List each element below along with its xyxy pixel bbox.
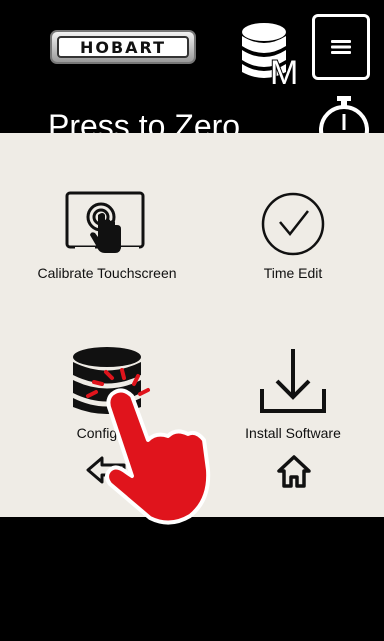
svg-text:M: M: [270, 54, 298, 86]
tools-menu-panel: Calibrate Touchscreen Time Edit Configur…: [0, 133, 384, 517]
database-icon: [73, 347, 141, 414]
configure-button[interactable]: Configure: [22, 345, 192, 441]
home-icon[interactable]: [276, 454, 312, 488]
time-edit-button[interactable]: Time Edit: [218, 191, 368, 281]
time-edit-label: Time Edit: [263, 265, 323, 281]
screen: HOBART M Press to Zero Calibrate Touchsc…: [0, 0, 384, 641]
database-m-icon[interactable]: M: [240, 20, 306, 86]
install-software-button[interactable]: Install Software: [218, 345, 368, 441]
hobart-logo-text: HOBART: [57, 36, 189, 58]
back-arrow-icon[interactable]: [86, 455, 126, 485]
hamburger-icon: [331, 40, 351, 54]
menu-button[interactable]: [312, 14, 370, 80]
calibrate-touchscreen-button[interactable]: Calibrate Touchscreen: [22, 191, 192, 281]
download-icon: [260, 349, 326, 413]
configure-label: Configure: [76, 425, 138, 441]
clock-icon: [261, 192, 325, 256]
touchscreen-icon: [65, 191, 145, 257]
hobart-logo: HOBART: [50, 30, 196, 64]
install-software-label: Install Software: [245, 425, 341, 441]
calibrate-touchscreen-label: Calibrate Touchscreen: [37, 265, 177, 281]
